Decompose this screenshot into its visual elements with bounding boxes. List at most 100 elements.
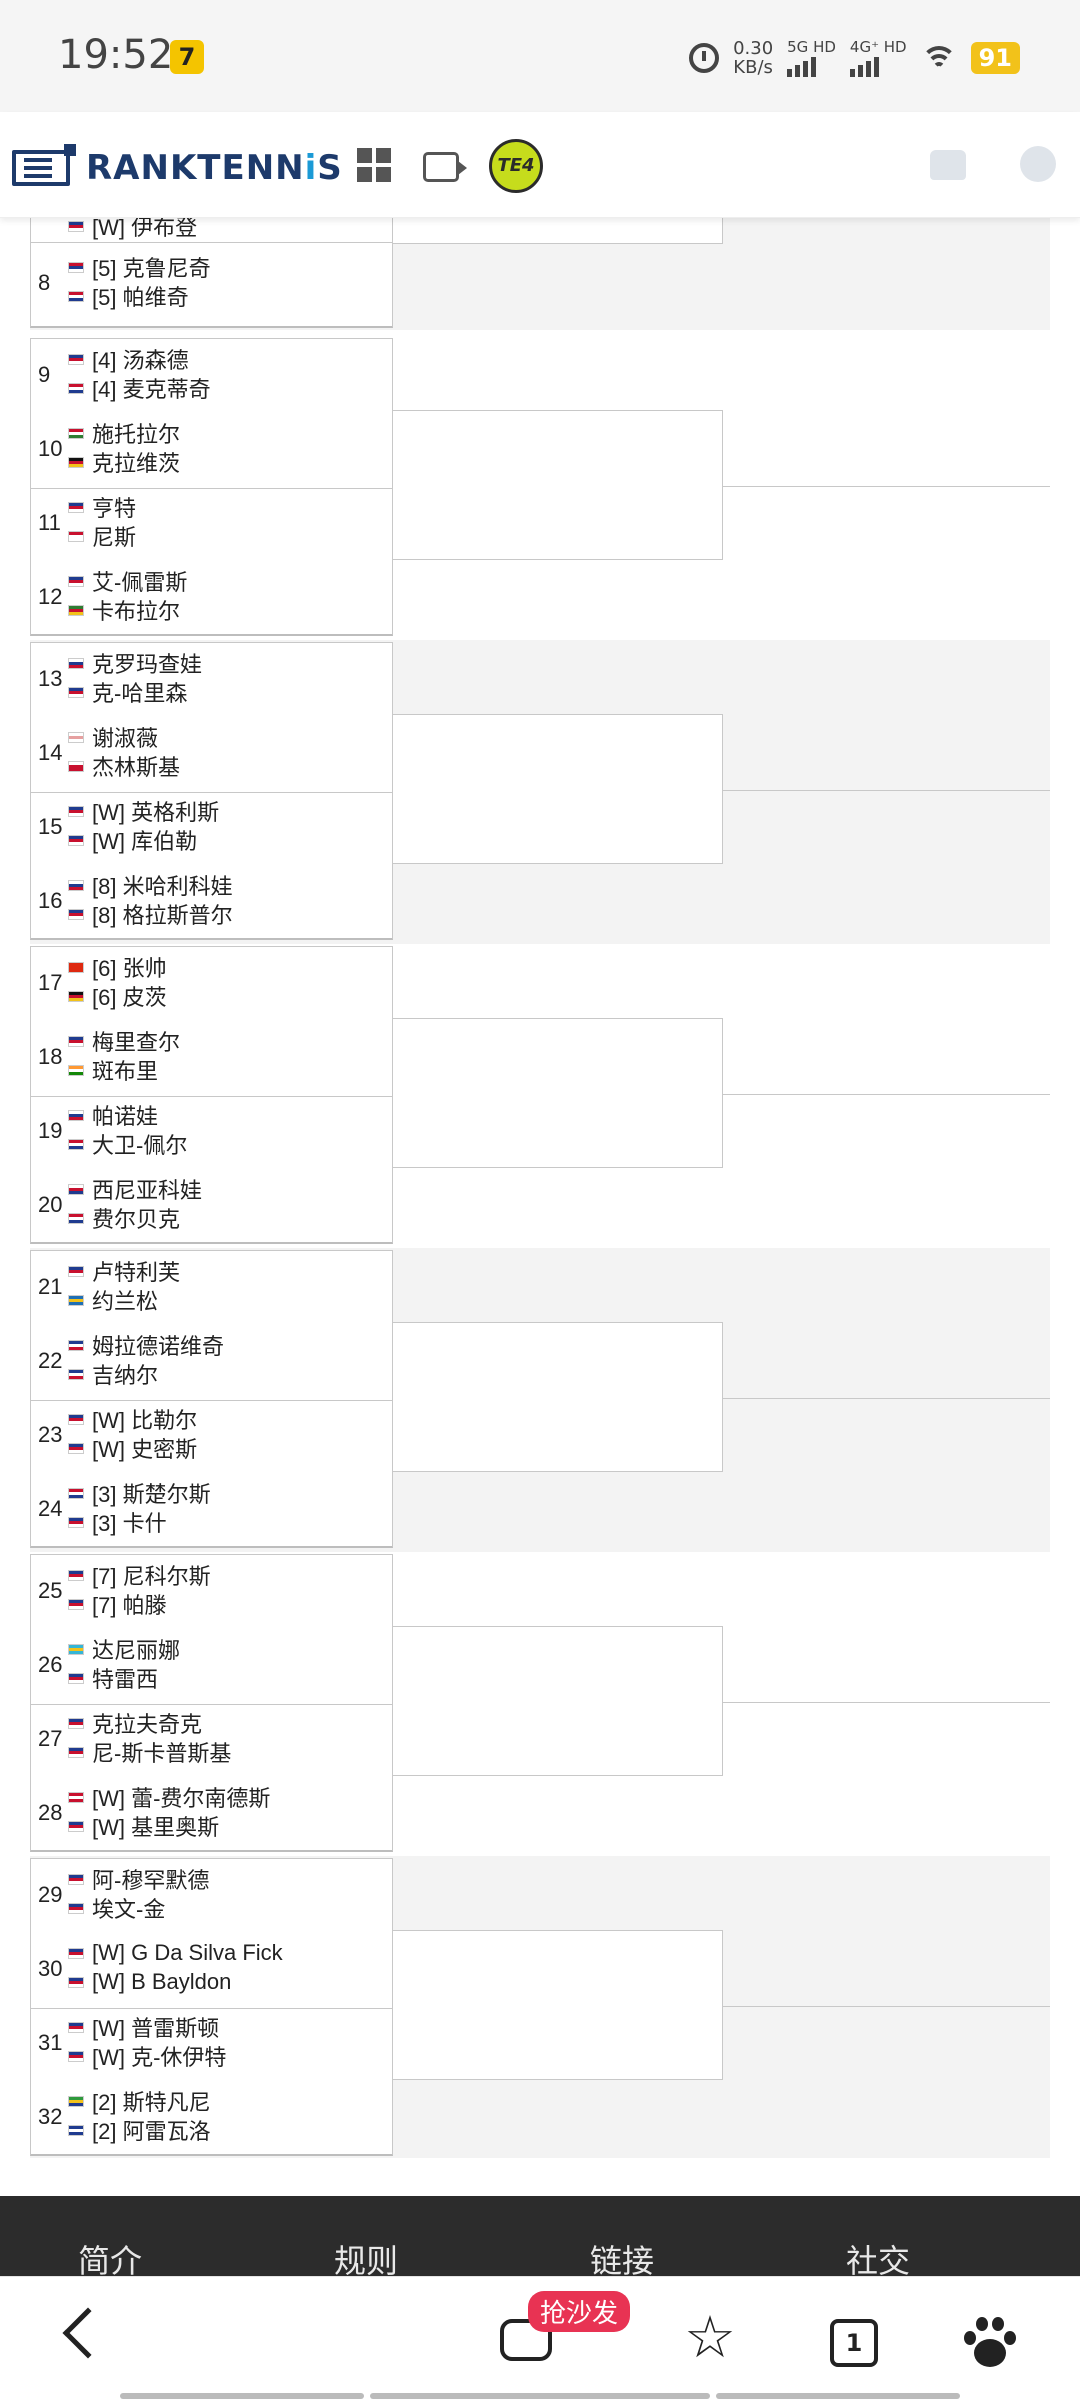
player-name[interactable]: [W] 普雷斯顿	[68, 2013, 219, 2041]
player-name[interactable]: [W] B Bayldon	[68, 1968, 231, 1996]
match-row[interactable]: 14 谢淑薇 杰林斯基	[30, 718, 393, 792]
match-row[interactable]: 10 施托拉尔 克拉维茨	[30, 414, 393, 488]
match-row[interactable]: 24 [3] 斯楚尔斯 [3] 卡什	[30, 1474, 393, 1548]
player-name[interactable]: 施托拉尔	[68, 419, 180, 447]
player-label: [W] 伊布登	[92, 218, 198, 240]
round3-connector	[723, 1702, 1050, 1703]
player-name[interactable]: [W] 克-休伊特	[68, 2042, 226, 2070]
player-name[interactable]: [W] 英格利斯	[68, 797, 219, 825]
player-name[interactable]: [4] 麦克蒂奇	[68, 374, 211, 402]
player-name[interactable]: 克拉维茨	[68, 448, 180, 476]
player-name[interactable]: [8] 米哈利科娃	[68, 871, 233, 899]
player-name[interactable]: [5] 克鲁尼奇	[68, 253, 211, 281]
match-row[interactable]: 16 [8] 米哈利科娃 [8] 格拉斯普尔	[30, 866, 393, 940]
player-name[interactable]: 姆拉德诺维奇	[68, 1331, 224, 1359]
player-name[interactable]: [W] 史密斯	[68, 1434, 197, 1462]
player-name[interactable]: [7] 帕滕	[68, 1590, 167, 1618]
match-row[interactable]: 19 帕诺娃 大卫-佩尔	[30, 1096, 393, 1170]
match-row[interactable]: 18 梅里查尔 斑布里	[30, 1022, 393, 1096]
player-name[interactable]: 达尼丽娜	[68, 1635, 180, 1663]
player-name[interactable]: 阿-穆罕默德	[68, 1865, 209, 1893]
player-name[interactable]: [6] 皮茨	[68, 982, 167, 1010]
player-name[interactable]: 克-哈里森	[68, 678, 187, 706]
te4-badge[interactable]: TE4	[489, 139, 543, 193]
match-row[interactable]: 31 [W] 普雷斯顿 [W] 克-休伊特	[30, 2008, 393, 2082]
player-name[interactable]: [W] 库伯勒	[68, 826, 197, 854]
match-row[interactable]: 30 [W] G Da Silva Fick [W] B Bayldon	[30, 1934, 393, 2008]
player-name[interactable]: [2] 阿雷瓦洛	[68, 2116, 211, 2144]
flag-icon	[68, 1212, 84, 1224]
signal-4g: 4G⁺ HD	[849, 39, 907, 77]
player-name[interactable]: 谢淑薇	[68, 723, 158, 751]
player-name[interactable]: [3] 卡什	[68, 1508, 167, 1536]
back-icon[interactable]	[62, 2307, 114, 2359]
match-row[interactable]: 13 克罗玛查娃 克-哈里森	[30, 644, 393, 718]
flag-icon	[68, 657, 84, 669]
player-name[interactable]: 埃文-金	[68, 1894, 165, 1922]
match-row[interactable]: 9 [4] 汤森德 [4] 麦克蒂奇	[30, 340, 393, 414]
player-name[interactable]: 尼-斯卡普斯基	[68, 1738, 231, 1766]
match-row[interactable]: 20 西尼亚科娃 费尔贝克	[30, 1170, 393, 1244]
flag-icon	[68, 990, 84, 1002]
logo-icon[interactable]	[12, 144, 76, 186]
player-name[interactable]: 帕诺娃	[68, 1101, 158, 1129]
player-name[interactable]: [W] G Da Silva Fick	[68, 1939, 283, 1967]
home-indicator	[120, 2393, 364, 2399]
match-row[interactable]: 25 [7] 尼科尔斯 [7] 帕滕	[30, 1556, 393, 1630]
match-row[interactable]: 11 亨特 尼斯	[30, 488, 393, 562]
player-name[interactable]: [7] 尼科尔斯	[68, 1561, 211, 1589]
player-name[interactable]: 梅里查尔	[68, 1027, 180, 1055]
player-name[interactable]: [W] 蕾-费尔南德斯	[68, 1783, 270, 1811]
grid-icon[interactable]	[357, 148, 391, 182]
match-row[interactable]: 32 [2] 斯特凡尼 [2] 阿雷瓦洛	[30, 2082, 393, 2156]
match-row[interactable]: 28 [W] 蕾-费尔南德斯 [W] 基里奥斯	[30, 1778, 393, 1852]
player-name[interactable]: 特雷西	[68, 1664, 158, 1692]
player-name[interactable]: [8] 格拉斯普尔	[68, 900, 233, 928]
player-name[interactable]: [5] 帕维奇	[68, 282, 189, 310]
match-row[interactable]: 23 [W] 比勒尔 [W] 史密斯	[30, 1400, 393, 1474]
match-row[interactable]: 12 艾-佩雷斯 卡布拉尔	[30, 562, 393, 636]
player-label: 克罗玛查娃	[92, 652, 203, 677]
flag-icon	[68, 805, 84, 817]
match-row[interactable]: 26 达尼丽娜 特雷西	[30, 1630, 393, 1704]
player-name[interactable]: 斑布里	[68, 1056, 158, 1084]
player-name[interactable]: 卢特利芙	[68, 1257, 180, 1285]
match-row[interactable]: 29 阿-穆罕默德 埃文-金	[30, 1860, 393, 1934]
player-name[interactable]: [2] 斯特凡尼	[68, 2087, 211, 2115]
shirt-icon[interactable]	[930, 150, 966, 180]
player-name[interactable]: 西尼亚科娃	[68, 1175, 202, 1203]
player-name[interactable]: 费尔贝克	[68, 1204, 180, 1232]
player-name[interactable]: 吉纳尔	[68, 1360, 158, 1388]
match-row[interactable]: 27 克拉夫奇克 尼-斯卡普斯基	[30, 1704, 393, 1778]
round3-connector	[723, 2006, 1050, 2007]
video-icon[interactable]	[423, 152, 467, 182]
player-name[interactable]: [4] 汤森德	[68, 345, 189, 373]
player-name[interactable]: 大卫-佩尔	[68, 1130, 187, 1158]
star-icon[interactable]: ☆	[684, 2307, 736, 2367]
player-name[interactable]: 亨特	[68, 493, 136, 521]
player-name[interactable]: 杰林斯基	[68, 752, 180, 780]
comment-badge[interactable]: 抢沙发	[528, 2291, 631, 2332]
player-name[interactable]: 卡布拉尔	[68, 596, 180, 624]
baidu-paw-icon[interactable]	[962, 2313, 1018, 2369]
match-row[interactable]: 22 姆拉德诺维奇 吉纳尔	[30, 1326, 393, 1400]
match-row[interactable]: 17 [6] 张帅 [6] 皮茨	[30, 948, 393, 1022]
site-logo[interactable]: RANKTENNiS	[86, 148, 343, 188]
match-row[interactable]: 21 卢特利芙 约兰松	[30, 1252, 393, 1326]
match-number: 17	[38, 970, 63, 995]
player-name[interactable]: 尼斯	[68, 522, 136, 550]
player-name[interactable]: [W] 比勒尔	[68, 1405, 197, 1433]
player-name[interactable]: 约兰松	[68, 1286, 158, 1314]
player-name[interactable]: [W] 基里奥斯	[68, 1812, 219, 1840]
player-name[interactable]: [W] 伊布登	[68, 218, 197, 240]
globe-icon[interactable]	[1020, 146, 1056, 182]
match-row[interactable]: 15 [W] 英格利斯 [W] 库伯勒	[30, 792, 393, 866]
player-name[interactable]: [6] 张帅	[68, 953, 167, 981]
player-name[interactable]: 艾-佩雷斯	[68, 567, 187, 595]
player-name[interactable]: 克拉夫奇克	[68, 1709, 202, 1737]
tabs-icon[interactable]: 1	[830, 2319, 878, 2367]
signal-5g: 5G HD	[787, 39, 836, 77]
match-row[interactable]: 8 [5] 克鲁尼奇 [5] 帕维奇	[30, 248, 393, 322]
player-name[interactable]: [3] 斯楚尔斯	[68, 1479, 211, 1507]
player-name[interactable]: 克罗玛查娃	[68, 649, 202, 677]
